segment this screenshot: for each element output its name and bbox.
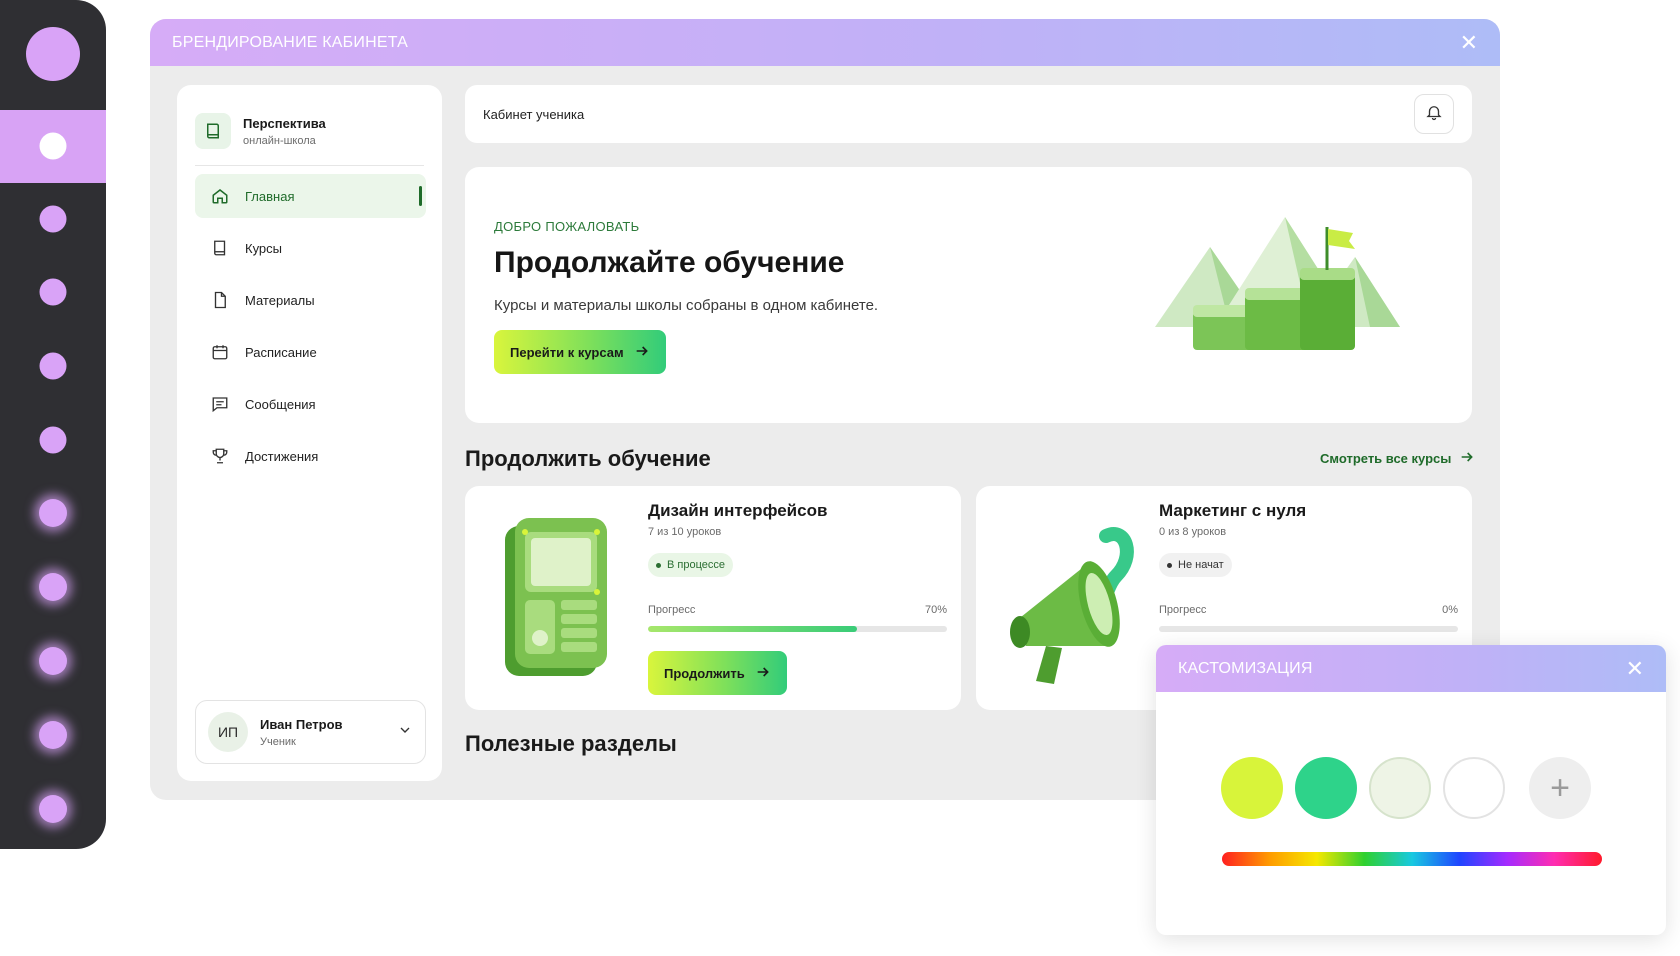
user-name: Иван Петров [260, 716, 343, 732]
arrow-right-icon [755, 664, 771, 683]
rail-item-dot[interactable] [39, 426, 67, 454]
divider [195, 165, 424, 166]
sidebar-item-label: Курсы [245, 240, 283, 256]
calendar-icon [209, 341, 231, 363]
status-badge: В процессе [648, 553, 733, 577]
rail-item-active-dot[interactable] [39, 132, 67, 160]
rail-item-dot[interactable] [39, 278, 67, 306]
brand[interactable]: Перспектива онлайн-школа [195, 113, 326, 149]
rail-item-dot[interactable] [39, 721, 67, 749]
continue-course-button[interactable]: Продолжить [648, 651, 787, 695]
welcome-hero: ДОБРО ПОЖАЛОВАТЬ Продолжайте обучение Ку… [465, 167, 1472, 423]
sidebar-item-home[interactable]: Главная [195, 174, 426, 218]
page-title: Кабинет ученика [483, 106, 585, 122]
sidebar-nav: Главная Курсы Материалы Расписание Сообщ… [195, 174, 426, 486]
rail-item-dot[interactable] [39, 205, 67, 233]
sidebar: Перспектива онлайн-школа Главная Курсы М… [177, 85, 442, 781]
brand-subtitle: онлайн-школа [243, 134, 316, 147]
plus-icon: + [1550, 769, 1570, 807]
color-swatch[interactable] [1221, 757, 1283, 819]
status-dot [1167, 562, 1172, 568]
course-lessons: 7 из 10 уроков [648, 526, 722, 538]
sidebar-item-label: Главная [245, 188, 295, 204]
book-icon [209, 237, 231, 259]
hue-slider[interactable] [1222, 852, 1602, 866]
megaphone-illustration [1010, 527, 1134, 684]
mountains-podium-illustration [1155, 217, 1400, 350]
window-titlebar: БРЕНДИРОВАНИЕ КАБИНЕТА ✕ [150, 19, 1500, 66]
status-badge: Не начат [1159, 553, 1232, 577]
sidebar-item-messages[interactable]: Сообщения [195, 382, 426, 426]
progress-fill [648, 626, 858, 632]
bell-icon [1425, 103, 1443, 126]
button-label: Перейти к курсам [510, 344, 624, 360]
sidebar-item-schedule[interactable]: Расписание [195, 330, 426, 374]
book-icon [195, 113, 231, 149]
progress-percent: 70% [924, 604, 947, 616]
rail-item-dot[interactable] [39, 795, 67, 823]
go-to-courses-button[interactable]: Перейти к курсам [494, 330, 666, 374]
rail-item-dot[interactable] [39, 647, 67, 675]
sidebar-item-label: Расписание [245, 344, 317, 360]
hero-description: Курсы и материалы школы собраны в одном … [494, 297, 879, 314]
course-card[interactable]: Дизайн интерфейсов 7 из 10 уроков В проц… [465, 486, 961, 710]
sidebar-item-label: Материалы [245, 292, 315, 308]
tablet-illustration [505, 518, 607, 676]
user-card[interactable]: ИП Иван Петров Ученик [195, 700, 426, 764]
close-icon[interactable]: ✕ [1626, 657, 1644, 680]
customization-titlebar: КАСТОМИЗАЦИЯ ✕ [1156, 645, 1666, 692]
color-swatch[interactable] [1369, 757, 1431, 819]
arrow-right-icon [634, 343, 650, 362]
progress-label: Прогресс [1159, 604, 1207, 616]
continue-section-title: Продолжить обучение [465, 446, 711, 471]
color-swatch[interactable] [1443, 757, 1505, 819]
useful-section-title: Полезные разделы [465, 731, 677, 756]
customization-panel: КАСТОМИЗАЦИЯ ✕ + [1156, 645, 1666, 935]
window-title: БРЕНДИРОВАНИЕ КАБИНЕТА [172, 33, 409, 51]
arrow-right-icon [1459, 449, 1475, 468]
document-icon [209, 289, 231, 311]
rail-item-dot[interactable] [39, 499, 67, 527]
customization-title: КАСТОМИЗАЦИЯ [1178, 659, 1313, 677]
trophy-icon [209, 445, 231, 467]
course-title: Маркетинг с нуля [1159, 501, 1307, 520]
close-icon[interactable]: ✕ [1460, 31, 1478, 54]
add-color-button[interactable]: + [1529, 757, 1591, 819]
progress-label: Прогресс [648, 604, 696, 616]
color-swatches: + [1221, 757, 1591, 819]
rail-item-dot[interactable] [39, 573, 67, 601]
status-dot [656, 562, 661, 568]
page-header: Кабинет ученика [465, 85, 1472, 143]
sidebar-item-courses[interactable]: Курсы [195, 226, 426, 270]
hero-eyebrow: ДОБРО ПОЖАЛОВАТЬ [494, 219, 640, 234]
sidebar-item-label: Сообщения [245, 396, 316, 412]
sidebar-item-materials[interactable]: Материалы [195, 278, 426, 322]
notifications-button[interactable] [1414, 94, 1454, 134]
sidebar-item-label: Достижения [245, 448, 319, 464]
course-lessons: 0 из 8 уроков [1159, 526, 1227, 538]
rail-logo-dot[interactable] [26, 27, 80, 81]
message-icon [209, 393, 231, 415]
course-title: Дизайн интерфейсов [648, 501, 828, 520]
home-icon [209, 185, 231, 207]
user-role: Ученик [260, 735, 296, 748]
button-label: Продолжить [664, 665, 745, 681]
brand-name: Перспектива [243, 115, 326, 131]
progress-bar [1159, 626, 1458, 632]
sidebar-item-achievements[interactable]: Достижения [195, 434, 426, 478]
color-swatch[interactable] [1295, 757, 1357, 819]
see-all-courses-link[interactable]: Смотреть все курсы [1320, 449, 1475, 468]
status-label: Не начат [1178, 559, 1224, 571]
left-rail [0, 0, 106, 849]
progress-percent: 0% [1442, 604, 1458, 616]
progress-bar [648, 626, 947, 632]
rail-item-dot[interactable] [39, 352, 67, 380]
hero-title: Продолжайте обучение [494, 246, 845, 279]
chevron-down-icon[interactable] [397, 722, 413, 743]
status-label: В процессе [667, 559, 725, 571]
link-label: Смотреть все курсы [1320, 451, 1452, 466]
avatar: ИП [208, 712, 248, 752]
